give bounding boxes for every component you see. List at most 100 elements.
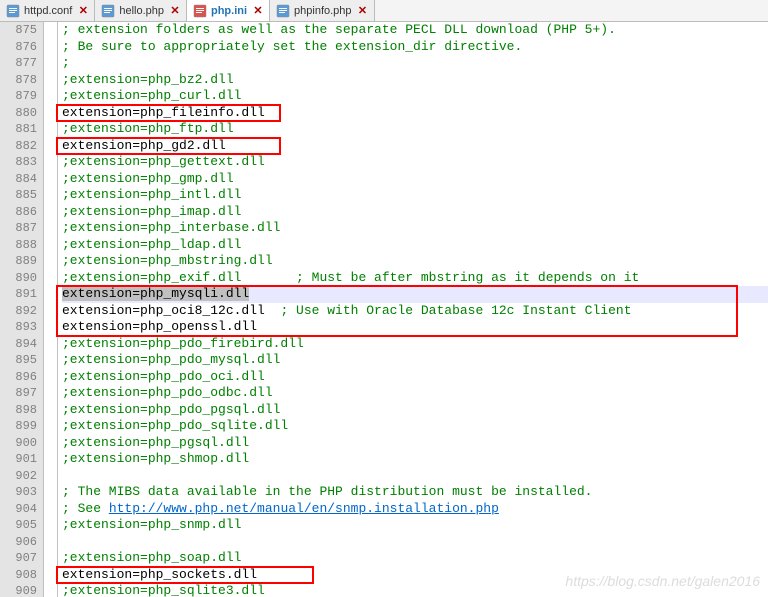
code-line[interactable]: ; See http://www.php.net/manual/en/snmp.… bbox=[62, 501, 768, 518]
fold-marker bbox=[44, 220, 57, 237]
line-number: 899 bbox=[0, 418, 37, 435]
line-number: 900 bbox=[0, 435, 37, 452]
fold-marker bbox=[44, 22, 57, 39]
fold-marker bbox=[44, 369, 57, 386]
tab-httpd-conf[interactable]: httpd.conf ✕ bbox=[0, 0, 95, 21]
fold-marker bbox=[44, 270, 57, 287]
tab-label: php.ini bbox=[211, 5, 247, 17]
code-area[interactable]: ; extension folders as well as the separ… bbox=[58, 22, 768, 597]
editor-area: 8758768778788798808818828838848858868878… bbox=[0, 22, 768, 597]
code-line[interactable]: ;extension=php_ftp.dll bbox=[62, 121, 768, 138]
code-line[interactable]: ; Be sure to appropriately set the exten… bbox=[62, 39, 768, 56]
line-number: 891 bbox=[0, 286, 37, 303]
code-line[interactable]: ;extension=php_pgsql.dll bbox=[62, 435, 768, 452]
line-number: 908 bbox=[0, 567, 37, 584]
fold-marker bbox=[44, 336, 57, 353]
code-line[interactable]: extension=php_fileinfo.dll bbox=[62, 105, 768, 122]
tab-php-ini[interactable]: php.ini ✕ bbox=[187, 0, 270, 21]
code-line[interactable]: ;extension=php_exif.dll ; Must be after … bbox=[62, 270, 768, 287]
fold-marker bbox=[44, 237, 57, 254]
line-number: 895 bbox=[0, 352, 37, 369]
code-line[interactable]: extension=php_oci8_12c.dll ; Use with Or… bbox=[62, 303, 768, 320]
close-icon[interactable]: ✕ bbox=[358, 4, 368, 17]
fold-marker bbox=[44, 253, 57, 270]
code-line[interactable]: ;extension=php_pdo_sqlite.dll bbox=[62, 418, 768, 435]
close-icon[interactable]: ✕ bbox=[78, 4, 88, 17]
code-line[interactable]: ;extension=php_snmp.dll bbox=[62, 517, 768, 534]
fold-margin bbox=[44, 22, 58, 597]
code-line[interactable]: ;extension=php_ldap.dll bbox=[62, 237, 768, 254]
line-number: 884 bbox=[0, 171, 37, 188]
fold-marker bbox=[44, 534, 57, 551]
line-number: 902 bbox=[0, 468, 37, 485]
code-line[interactable]: ;extension=php_pdo_pgsql.dll bbox=[62, 402, 768, 419]
fold-marker bbox=[44, 286, 57, 303]
code-line[interactable]: ; bbox=[62, 55, 768, 72]
fold-marker bbox=[44, 550, 57, 567]
code-line[interactable]: ;extension=php_gettext.dll bbox=[62, 154, 768, 171]
line-number: 901 bbox=[0, 451, 37, 468]
fold-marker bbox=[44, 517, 57, 534]
line-number: 881 bbox=[0, 121, 37, 138]
line-number: 877 bbox=[0, 55, 37, 72]
line-number: 906 bbox=[0, 534, 37, 551]
line-number: 904 bbox=[0, 501, 37, 518]
line-number: 892 bbox=[0, 303, 37, 320]
code-line[interactable]: ;extension=php_intl.dll bbox=[62, 187, 768, 204]
code-line[interactable]: ;extension=php_shmop.dll bbox=[62, 451, 768, 468]
line-number: 882 bbox=[0, 138, 37, 155]
line-number: 893 bbox=[0, 319, 37, 336]
tab-label: httpd.conf bbox=[24, 5, 72, 17]
line-number: 883 bbox=[0, 154, 37, 171]
code-line[interactable]: ;extension=php_bz2.dll bbox=[62, 72, 768, 89]
fold-marker bbox=[44, 435, 57, 452]
fold-marker bbox=[44, 319, 57, 336]
code-line[interactable]: ;extension=php_curl.dll bbox=[62, 88, 768, 105]
line-number: 903 bbox=[0, 484, 37, 501]
fold-marker bbox=[44, 204, 57, 221]
code-line[interactable]: ;extension=php_pdo_oci.dll bbox=[62, 369, 768, 386]
code-line[interactable]: ;extension=php_interbase.dll bbox=[62, 220, 768, 237]
fold-marker bbox=[44, 88, 57, 105]
file-blue-icon bbox=[6, 4, 20, 18]
code-line[interactable]: ;extension=php_soap.dll bbox=[62, 550, 768, 567]
file-red-icon bbox=[193, 4, 207, 18]
fold-marker bbox=[44, 138, 57, 155]
code-line[interactable]: ;extension=php_pdo_odbc.dll bbox=[62, 385, 768, 402]
code-line[interactable] bbox=[62, 534, 768, 551]
fold-marker bbox=[44, 171, 57, 188]
tab-bar: httpd.conf✕hello.php✕php.ini✕phpinfo.php… bbox=[0, 0, 768, 22]
fold-marker bbox=[44, 468, 57, 485]
line-number: 879 bbox=[0, 88, 37, 105]
code-line[interactable]: ;extension=php_gmp.dll bbox=[62, 171, 768, 188]
code-line[interactable]: ;extension=php_mbstring.dll bbox=[62, 253, 768, 270]
close-icon[interactable]: ✕ bbox=[170, 4, 180, 17]
line-number: 886 bbox=[0, 204, 37, 221]
code-line[interactable]: ;extension=php_pdo_mysql.dll bbox=[62, 352, 768, 369]
tab-hello-php[interactable]: hello.php✕ bbox=[95, 0, 187, 21]
fold-marker bbox=[44, 402, 57, 419]
close-icon[interactable]: ✕ bbox=[253, 4, 263, 17]
code-line[interactable]: ;extension=php_pdo_firebird.dll bbox=[62, 336, 768, 353]
code-line[interactable] bbox=[62, 468, 768, 485]
line-number: 907 bbox=[0, 550, 37, 567]
line-number: 897 bbox=[0, 385, 37, 402]
fold-marker bbox=[44, 501, 57, 518]
fold-marker bbox=[44, 567, 57, 584]
code-line[interactable]: ;extension=php_imap.dll bbox=[62, 204, 768, 221]
fold-marker bbox=[44, 72, 57, 89]
code-line[interactable]: extension=php_openssl.dll bbox=[62, 319, 768, 336]
code-line[interactable]: ; extension folders as well as the separ… bbox=[62, 22, 768, 39]
fold-marker bbox=[44, 154, 57, 171]
code-line[interactable]: ; The MIBS data available in the PHP dis… bbox=[62, 484, 768, 501]
fold-marker bbox=[44, 187, 57, 204]
file-blue-icon bbox=[101, 4, 115, 18]
line-number: 887 bbox=[0, 220, 37, 237]
line-number: 878 bbox=[0, 72, 37, 89]
line-number: 885 bbox=[0, 187, 37, 204]
fold-marker bbox=[44, 418, 57, 435]
tab-phpinfo-php[interactable]: phpinfo.php✕ bbox=[270, 0, 375, 21]
line-number: 888 bbox=[0, 237, 37, 254]
code-line[interactable]: extension=php_mysqli.dll bbox=[62, 286, 768, 303]
code-line[interactable]: extension=php_gd2.dll bbox=[62, 138, 768, 155]
